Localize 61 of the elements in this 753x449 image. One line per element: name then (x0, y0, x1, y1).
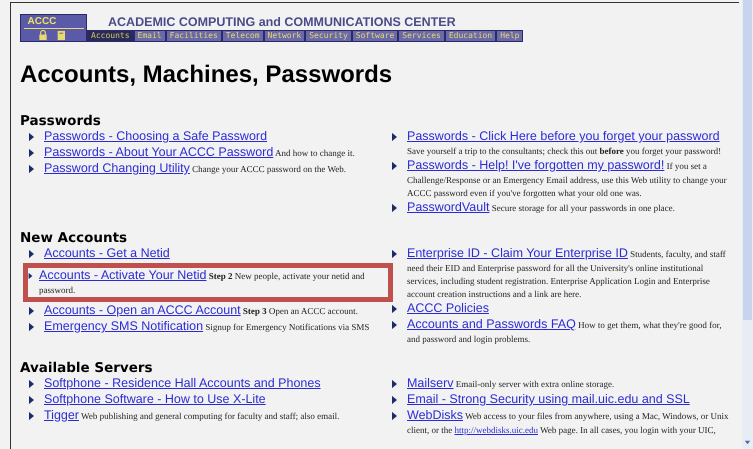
link[interactable]: ACCC Policies (407, 301, 489, 315)
link[interactable]: Accounts - Activate Your Netid (39, 268, 206, 282)
page-title: Accounts, Machines, Passwords (20, 61, 394, 89)
bullet-icon (28, 164, 35, 174)
site-title: ACADEMIC COMPUTING and COMMUNICATIONS CENTER (108, 14, 457, 30)
section-heading: Passwords (20, 112, 102, 129)
bullet-icon (28, 148, 35, 158)
link-description: WebDisks Web access to your files from anywhere, using a Mac, Windows, or Unix client, or the http://webdisks.uic.edu Web page. In all cases, you login with your UIC, (407, 408, 730, 437)
link-description: PasswordVault Secure storage for all your passwords in one place. (407, 200, 675, 216)
bullet-icon (28, 411, 35, 421)
link[interactable]: Passwords - Click Here before you forget your password (407, 129, 720, 143)
link[interactable]: Tigger (44, 408, 79, 422)
bullet-icon (391, 161, 398, 171)
link-description: Emergency SMS Notification Signup for Emergency Notifications via SMS (44, 319, 370, 335)
scrollbar[interactable] (742, 0, 753, 449)
nav-tab[interactable]: Accounts (88, 31, 133, 41)
bullet-icon (391, 395, 398, 405)
logo-text: ACCC (24, 16, 84, 29)
bullet-icon (391, 411, 398, 421)
link-description: Mailserv Email-only server with extra online storage. (407, 376, 614, 392)
link[interactable]: Accounts - Get a Netid (44, 246, 170, 260)
link[interactable]: Passwords - About Your ACCC Password (44, 145, 274, 159)
bullet-icon (391, 304, 398, 314)
bullet-icon (391, 320, 398, 330)
link[interactable]: Accounts - Open an ACCC Account (44, 303, 241, 317)
link[interactable]: Softphone - Residence Hall Accounts and Phones (44, 376, 321, 390)
link[interactable]: Password Changing Utility (44, 161, 190, 175)
link-description: Passwords - Click Here before you forget your password Save yourself a trip to the consultants; check this out before you forget your password! (407, 129, 722, 158)
link-description: Accounts - Open an ACCC Account Step 3 Open an ACCC account. (44, 303, 358, 319)
bullet-icon (28, 249, 35, 259)
bullet-icon (391, 132, 398, 142)
link[interactable]: WebDisks (407, 408, 464, 422)
bullet-icon (28, 132, 35, 142)
link-description: Passwords - Help! I've forgotten my password! If you set a Challenge/Response or an Emergency Email address, use this Web utility to change your ACCC password even if you've forgotten what your old one was. (407, 158, 728, 200)
section-heading: New Accounts (20, 229, 128, 246)
link-description: Tigger Web publishing and general computing for faculty and staff; also email. (44, 408, 340, 424)
bullet-icon (28, 322, 35, 332)
bullet-icon (28, 395, 35, 405)
scroll-down-icon[interactable] (743, 438, 752, 447)
link-description: Passwords - About Your ACCC Password And how to change it. (44, 145, 355, 161)
bullet-icon (391, 249, 398, 259)
link[interactable]: http://webdisks.uic.edu (454, 425, 538, 435)
bullet-icon (28, 306, 35, 316)
link-description: Enterprise ID - Claim Your Enterprise ID Students, faculty, and staff need their EID and Enterprise password for all the University's online institutional services, including student registration. Enterprise Application Login and Enterprise account creation instructions and a link are here. (407, 246, 727, 301)
link-description: Accounts and Passwords FAQ How to get them, what they're good for, and password and login problems. (407, 317, 723, 346)
bullet-icon (28, 271, 33, 281)
link[interactable]: Softphone Software - How to Use X-Lite (44, 392, 266, 406)
link[interactable]: Email - Strong Security using mail.uic.edu and SSL (407, 392, 690, 406)
bullet-icon (391, 379, 398, 389)
link[interactable]: Mailserv (407, 376, 454, 390)
link[interactable]: Passwords - Help! I've forgotten my password! (407, 158, 664, 172)
link[interactable]: Enterprise ID - Claim Your Enterprise ID (407, 246, 628, 260)
link[interactable]: Accounts and Passwords FAQ (407, 317, 576, 331)
section-heading: Available Servers (20, 359, 154, 376)
link[interactable]: PasswordVault (407, 200, 490, 214)
link[interactable]: Passwords - Choosing a Safe Password (44, 129, 268, 143)
bullet-icon (28, 379, 35, 389)
link-description: Password Changing Utility Change your ACCC password on the Web. (44, 161, 346, 177)
link[interactable]: Emergency SMS Notification (44, 319, 204, 333)
bullet-icon (391, 203, 398, 213)
link-description: Accounts - Activate Your Netid Step 2 New people, activate your netid and password. (39, 268, 366, 297)
